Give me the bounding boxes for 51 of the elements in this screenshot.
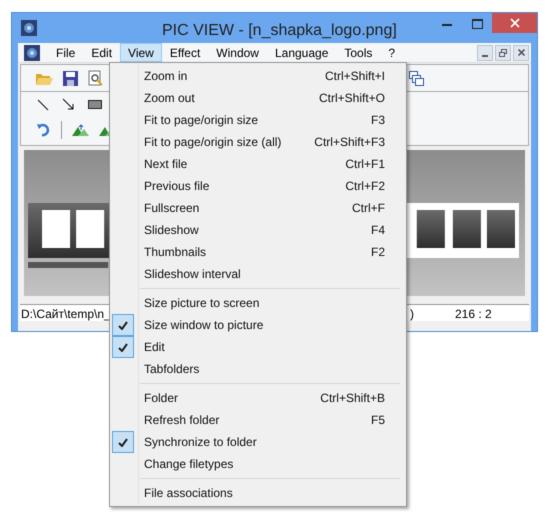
- menu-option[interactable]: Folder Ctrl+Shift+B: [144, 387, 406, 409]
- menu-item[interactable]: File: [48, 43, 84, 62]
- menu-option[interactable]: Size window to picture: [144, 314, 406, 336]
- window-title: PIC VIEW - [n_shapka_logo.png]: [162, 21, 397, 41]
- line-icon[interactable]: [37, 98, 49, 110]
- menu-option[interactable]: Size picture to screen: [144, 292, 406, 314]
- menu-option[interactable]: File associations: [144, 482, 406, 504]
- restore-button[interactable]: [495, 44, 511, 60]
- status-field: ): [410, 307, 414, 321]
- menu-item[interactable]: View: [120, 43, 162, 62]
- save-icon[interactable]: [63, 70, 78, 86]
- menu-item[interactable]: Edit: [83, 43, 120, 62]
- menu-item[interactable]: Window: [208, 43, 267, 62]
- menu-option[interactable]: Edit: [144, 336, 406, 358]
- menu-item[interactable]: ?: [380, 43, 404, 62]
- menu-option[interactable]: Fit to page/origin size (all) Ctrl+Shift+F3: [144, 131, 406, 153]
- menu-option[interactable]: Tabfolders: [144, 358, 406, 380]
- menu-option[interactable]: Previous file Ctrl+F2: [144, 175, 406, 197]
- menu-option[interactable]: Zoom in Ctrl+Shift+I: [144, 65, 406, 87]
- close-button[interactable]: [492, 13, 537, 33]
- menu-option[interactable]: Thumbnails F2: [144, 241, 406, 263]
- status-path: D:\Сайт\temp\n_: [21, 307, 111, 321]
- restore-icon: [499, 48, 507, 56]
- cascade-windows-icon[interactable]: [408, 70, 424, 86]
- mountain-icon[interactable]: [72, 124, 89, 136]
- minimize-button[interactable]: [477, 44, 493, 60]
- app-icon: [21, 20, 37, 36]
- menu-option[interactable]: Fullscreen Ctrl+F: [144, 197, 406, 219]
- menu-option[interactable]: Fit to page/origin size F3: [144, 109, 406, 131]
- menu-option[interactable]: Change filetypes: [144, 453, 406, 475]
- status-field: 216 : 2: [455, 307, 492, 321]
- rectangle-icon[interactable]: [88, 100, 102, 109]
- minimize-icon: [482, 54, 488, 56]
- undo-icon[interactable]: [37, 122, 51, 136]
- menu-option[interactable]: Zoom out Ctrl+Shift+O: [144, 87, 406, 109]
- magnifier-icon[interactable]: [88, 70, 104, 86]
- app-icon: [24, 44, 40, 60]
- close-button[interactable]: [513, 44, 529, 60]
- menu-item[interactable]: Effect: [162, 43, 208, 62]
- menu-option[interactable]: Next file Ctrl+F1: [144, 153, 406, 175]
- menu-option[interactable]: Slideshow F4: [144, 219, 406, 241]
- arrow-icon[interactable]: [62, 98, 75, 111]
- menu-option[interactable]: Refresh folder F5: [144, 409, 406, 431]
- minimize-icon: [442, 22, 452, 26]
- close-icon: [510, 18, 520, 28]
- maximize-icon: [472, 19, 482, 29]
- menu-option[interactable]: Slideshow interval: [144, 263, 406, 285]
- menu-item[interactable]: Tools: [336, 43, 380, 62]
- menu-option[interactable]: Synchronize to folder: [144, 431, 406, 453]
- close-icon: [518, 49, 524, 56]
- menu-item[interactable]: Language: [266, 43, 336, 62]
